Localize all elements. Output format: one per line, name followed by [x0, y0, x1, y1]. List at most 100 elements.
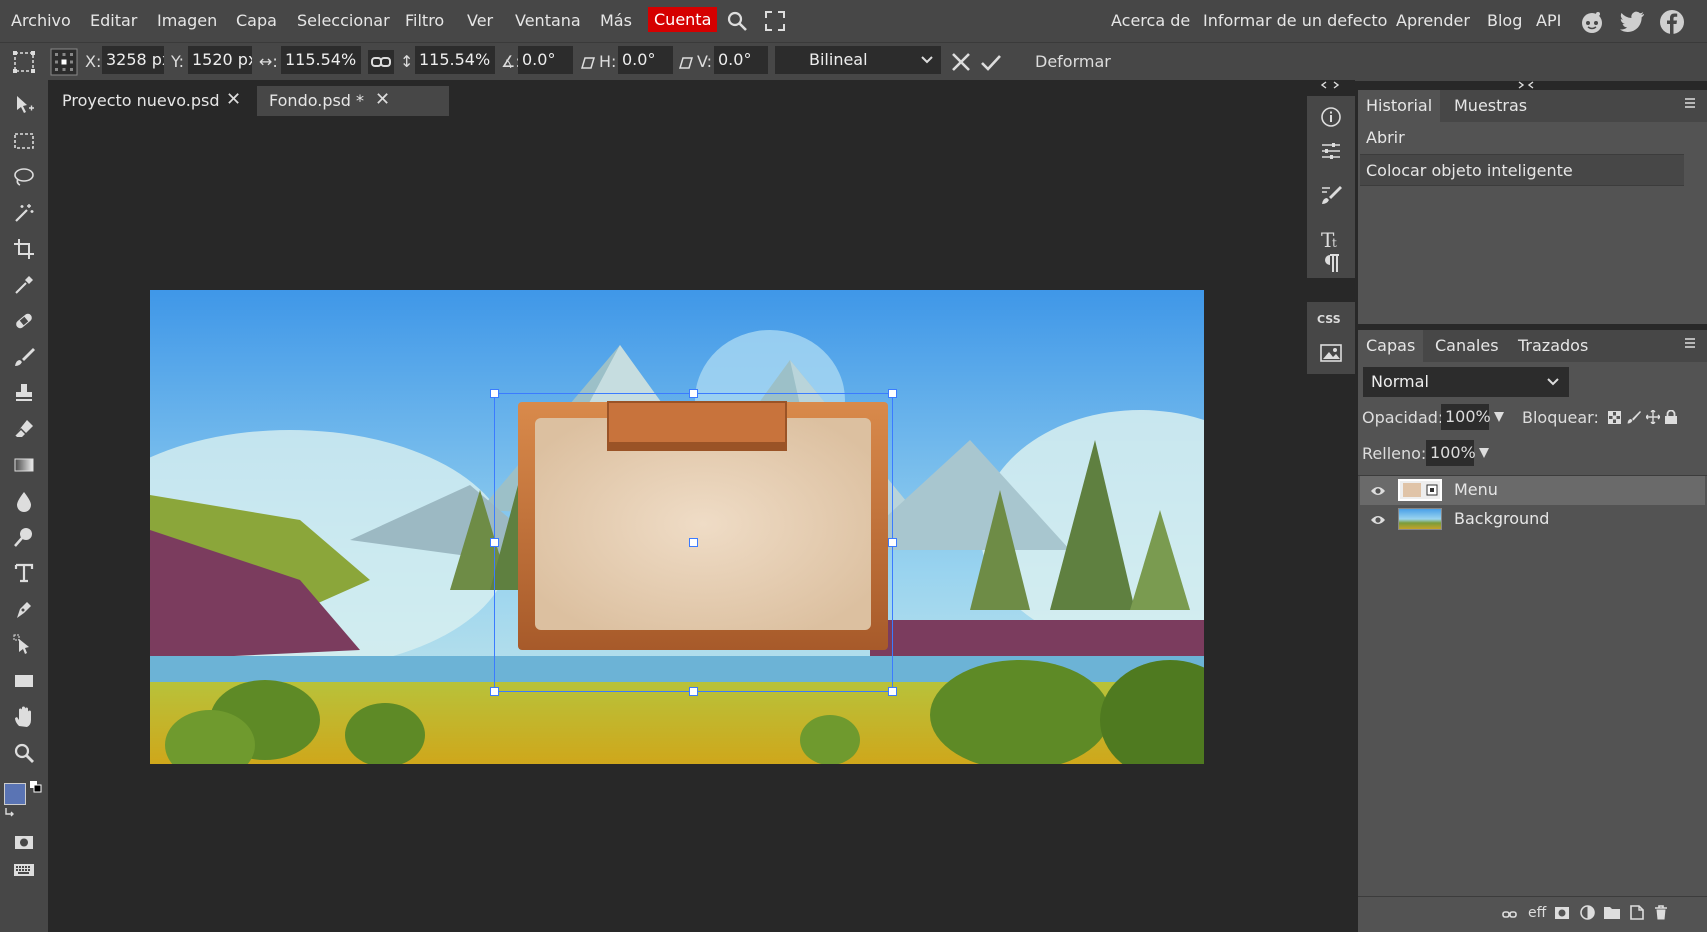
tab-muestras[interactable]: Muestras	[1446, 90, 1535, 122]
search-icon[interactable]	[726, 10, 748, 32]
dodge-tool-icon[interactable]	[10, 523, 38, 551]
keyboard-icon[interactable]	[10, 856, 38, 884]
transform-handle[interactable]	[490, 687, 499, 696]
menu-mas[interactable]: Más	[600, 11, 632, 30]
menu-filtro[interactable]: Filtro	[405, 11, 444, 30]
link-icon[interactable]	[368, 50, 394, 74]
menu-editar[interactable]: Editar	[90, 11, 137, 30]
css-icon[interactable]: CSS	[1317, 313, 1341, 326]
character-icon[interactable]: Tt	[1320, 228, 1342, 250]
crop-tool-icon[interactable]	[10, 235, 38, 263]
menu-acerca-de[interactable]: Acerca de	[1111, 11, 1190, 30]
quick-mask-icon[interactable]	[10, 828, 38, 856]
brush-settings-icon[interactable]	[1320, 184, 1342, 206]
angle-field[interactable]: 0.0°	[518, 46, 573, 74]
reference-point-icon[interactable]	[50, 48, 78, 76]
lock-pixels-icon[interactable]	[1627, 410, 1641, 424]
panel-menu-icon[interactable]	[1683, 336, 1697, 350]
skew-h-field[interactable]: 0.0°	[618, 46, 673, 74]
lock-position-icon[interactable]	[1646, 410, 1660, 424]
stamp-tool-icon[interactable]	[10, 379, 38, 407]
menu-ventana[interactable]: Ventana	[515, 11, 581, 30]
layer-effects-button[interactable]: eff	[1528, 905, 1546, 921]
magic-wand-tool-icon[interactable]	[10, 199, 38, 227]
adjustment-layer-icon[interactable]	[1580, 905, 1595, 920]
menu-api[interactable]: API	[1536, 11, 1561, 30]
fill-field[interactable]: 100%	[1426, 440, 1476, 466]
visibility-eye-icon[interactable]	[1370, 512, 1386, 528]
info-icon[interactable]	[1320, 106, 1342, 128]
lasso-tool-icon[interactable]	[10, 163, 38, 191]
link-layers-icon[interactable]	[1502, 909, 1518, 921]
menu-informar-defecto[interactable]: Informar de un defecto	[1203, 11, 1387, 30]
healing-brush-tool-icon[interactable]	[10, 307, 38, 335]
transform-center[interactable]	[689, 538, 698, 547]
pen-tool-icon[interactable]	[10, 595, 38, 623]
transform-handle[interactable]	[490, 538, 499, 547]
shape-tool-icon[interactable]	[10, 667, 38, 695]
y-field[interactable]: 1520 px	[188, 46, 252, 74]
close-icon[interactable]: ✕	[375, 89, 390, 110]
tab-trazados[interactable]: Trazados	[1510, 330, 1596, 362]
menu-aprender[interactable]: Aprender	[1396, 11, 1470, 30]
menu-blog[interactable]: Blog	[1487, 11, 1522, 30]
transform-handle[interactable]	[888, 538, 897, 547]
reddit-icon[interactable]	[1579, 9, 1605, 35]
visibility-eye-icon[interactable]	[1370, 483, 1386, 499]
transform-handle[interactable]	[888, 687, 897, 696]
paragraph-icon[interactable]	[1320, 252, 1342, 274]
foreground-color-swatch[interactable]	[4, 783, 26, 805]
skew-v-field[interactable]: 0.0°	[714, 46, 768, 74]
default-colors-icon[interactable]	[30, 781, 42, 793]
lock-all-icon[interactable]	[1665, 410, 1677, 424]
brush-tool-icon[interactable]	[10, 343, 38, 371]
gradient-tool-icon[interactable]	[10, 451, 38, 479]
tab-historial[interactable]: Historial	[1358, 90, 1441, 122]
blend-mode-select[interactable]: Normal	[1363, 367, 1569, 397]
warp-button[interactable]: Deformar	[1035, 52, 1111, 71]
opacity-dropdown-icon[interactable]	[1493, 411, 1505, 423]
menu-seleccionar[interactable]: Seleccionar	[297, 11, 390, 30]
fill-dropdown-icon[interactable]	[1478, 447, 1490, 459]
hand-tool-icon[interactable]	[10, 703, 38, 731]
tab-capas[interactable]: Capas	[1358, 330, 1424, 362]
new-layer-icon[interactable]	[1630, 905, 1644, 920]
x-field[interactable]: 3258 px	[102, 46, 164, 74]
height-scale-field[interactable]: 115.54%	[415, 46, 495, 74]
menu-ver[interactable]: Ver	[467, 11, 493, 30]
move-tool-icon[interactable]	[10, 91, 38, 119]
marquee-tool-icon[interactable]	[10, 127, 38, 155]
transform-handle[interactable]	[689, 389, 698, 398]
lock-transparency-icon[interactable]	[1608, 411, 1621, 424]
eyedropper-tool-icon[interactable]	[10, 271, 38, 299]
panel-menu-icon[interactable]	[1683, 96, 1697, 110]
properties-icon[interactable]	[1320, 140, 1342, 162]
account-button[interactable]: Cuenta	[648, 7, 718, 32]
type-tool-icon[interactable]	[10, 559, 38, 587]
layer-row-background[interactable]: Background	[1360, 505, 1705, 534]
swap-colors-icon[interactable]	[4, 806, 16, 818]
cancel-icon[interactable]	[950, 51, 972, 73]
tab-proyecto-nuevo[interactable]: Proyecto nuevo.psd	[50, 86, 250, 116]
layer-row-menu[interactable]: Menu	[1360, 476, 1705, 505]
delete-layer-icon[interactable]	[1654, 905, 1668, 920]
fullscreen-icon[interactable]	[764, 10, 786, 32]
width-scale-field[interactable]: 115.54%	[281, 46, 361, 74]
new-group-icon[interactable]	[1604, 906, 1620, 919]
canvas[interactable]	[150, 290, 1204, 764]
transform-handle[interactable]	[490, 389, 499, 398]
tab-fondo[interactable]: Fondo.psd *	[257, 86, 449, 116]
blur-tool-icon[interactable]	[10, 487, 38, 515]
history-row-active[interactable]: Colocar objeto inteligente	[1360, 154, 1684, 186]
twitter-icon[interactable]	[1620, 10, 1646, 34]
close-icon[interactable]: ✕	[226, 89, 241, 110]
transform-handle[interactable]	[888, 389, 897, 398]
collapse-panels-icon[interactable]	[1518, 80, 1534, 90]
interpolation-select[interactable]: Bilineal	[775, 46, 941, 74]
expand-panels-icon[interactable]	[1321, 80, 1339, 90]
zoom-tool-icon[interactable]	[10, 739, 38, 767]
menu-imagen[interactable]: Imagen	[157, 11, 217, 30]
add-mask-icon[interactable]	[1554, 906, 1570, 920]
image-icon[interactable]	[1320, 342, 1342, 364]
opacity-field[interactable]: 100%	[1441, 404, 1491, 430]
